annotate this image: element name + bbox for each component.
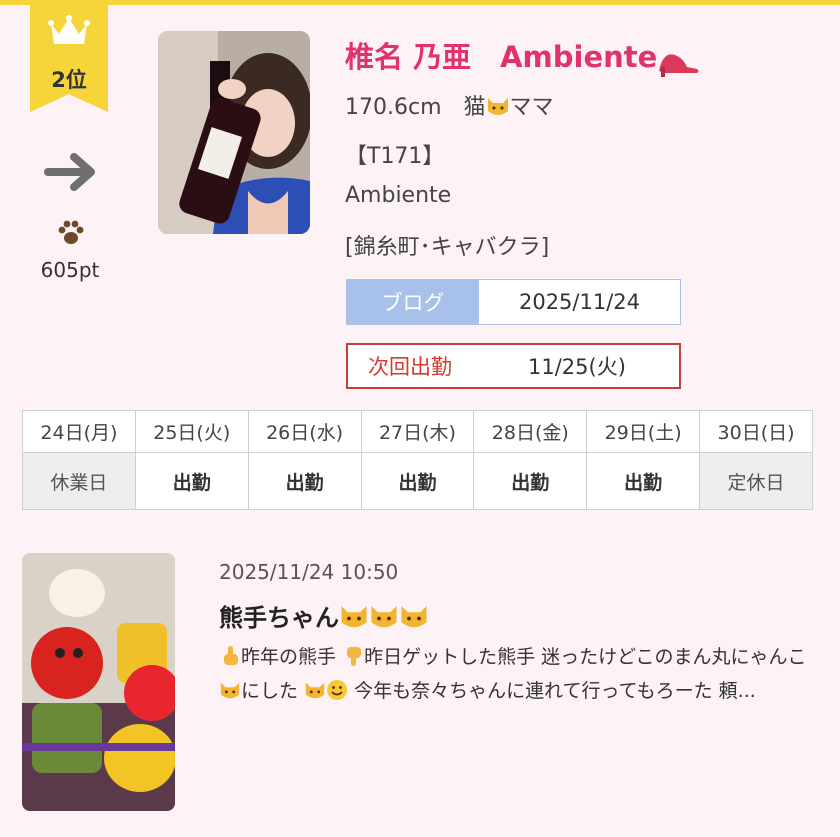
schedule-day-row: 24日(月) 25日(火) 26日(水) 27日(木) 28日(金) 29日(土… xyxy=(22,410,813,453)
cat-emoji-icon xyxy=(341,606,367,628)
cat-emoji-icon xyxy=(305,682,325,699)
cat-emoji-icon xyxy=(371,606,397,628)
next-shift-label: 次回出勤 xyxy=(368,355,452,379)
cast-name[interactable]: 椎名 乃亜 Ambiente xyxy=(345,34,701,77)
cat-emoji-icon xyxy=(401,606,427,628)
post-thumbnail-illustration xyxy=(22,553,175,811)
paw-icon xyxy=(58,220,84,244)
smile-emoji-icon xyxy=(327,680,348,700)
schedule-day: 24日(月) xyxy=(22,410,136,453)
schedule-day: 25日(火) xyxy=(134,410,249,453)
cast-tag: 【T171】 xyxy=(345,144,445,169)
blog-date: 2025/11/24 xyxy=(518,290,641,314)
height-pet-prefix: 170.6cm 猫 xyxy=(345,95,486,120)
schedule-status: 出勤 xyxy=(134,452,249,510)
post-title-text: 熊手ちゃん xyxy=(219,604,339,632)
schedule-status-row: 休業日 出勤 出勤 出勤 出勤 出勤 定休日 xyxy=(22,452,813,510)
area-genre: [錦糸町･キャバクラ] xyxy=(345,235,550,260)
post-excerpt: 昨年の熊手 昨日ゲットした熊手 迷ったけどこのまん丸にゃんこ にした 今年も奈々… xyxy=(219,640,819,708)
next-shift-box: 次回出勤 11/25(火) xyxy=(346,343,681,389)
schedule-day: 29日(土) xyxy=(586,410,701,453)
pointing-up-icon xyxy=(224,646,238,665)
schedule-day: 26日(水) xyxy=(247,410,362,453)
high-heel-icon xyxy=(659,54,699,77)
points-value: 605pt xyxy=(40,258,100,282)
cast-name-text: 椎名 乃亜 Ambiente xyxy=(345,40,658,74)
schedule-status: 定休日 xyxy=(699,452,813,510)
schedule-status: 出勤 xyxy=(473,452,588,510)
post-title[interactable]: 熊手ちゃん xyxy=(219,598,429,633)
rank-ribbon: 2位 xyxy=(30,0,108,112)
post-datetime: 2025/11/24 10:50 xyxy=(219,560,399,584)
pointing-down-icon xyxy=(347,647,362,666)
crown-icon xyxy=(48,15,90,44)
right-arrow-icon xyxy=(44,153,95,191)
profile-photo[interactable] xyxy=(158,31,310,234)
schedule-status: 出勤 xyxy=(360,452,475,510)
schedule-day: 28日(金) xyxy=(473,410,588,453)
next-shift-date: 11/25(火) xyxy=(528,355,626,379)
cat-emoji-icon xyxy=(220,682,240,699)
weekly-schedule-table: 24日(月) 25日(火) 26日(水) 27日(木) 28日(金) 29日(土… xyxy=(22,410,813,510)
top-accent-line xyxy=(0,0,840,5)
schedule-status: 出勤 xyxy=(586,452,701,510)
schedule-day: 30日(日) xyxy=(699,410,813,453)
height-pet-line: 170.6cm 猫 ママ xyxy=(345,89,554,121)
blog-label: ブログ xyxy=(347,280,479,324)
post-excerpt-part-2: 昨日ゲットした熊手 迷ったけどこのまん丸にゃんこ xyxy=(364,646,807,668)
schedule-day: 27日(木) xyxy=(360,410,475,453)
profile-photo-illustration xyxy=(158,31,310,234)
post-excerpt-part-4: 今年も奈々ちゃんに連れて行ってもろーた 頼... xyxy=(348,680,756,702)
post-excerpt-part-1: 昨年の熊手 xyxy=(241,646,337,668)
cat-emoji-icon xyxy=(487,98,508,115)
post-excerpt-part-3: にした xyxy=(241,680,299,702)
post-thumbnail[interactable] xyxy=(22,553,175,811)
schedule-status: 休業日 xyxy=(22,452,136,510)
blog-link[interactable]: ブログ 2025/11/24 xyxy=(346,279,681,325)
height-pet-suffix: ママ xyxy=(509,95,554,120)
schedule-status: 出勤 xyxy=(247,452,362,510)
shop-name[interactable]: Ambiente xyxy=(345,183,451,208)
rank-label: 2位 xyxy=(51,68,87,92)
